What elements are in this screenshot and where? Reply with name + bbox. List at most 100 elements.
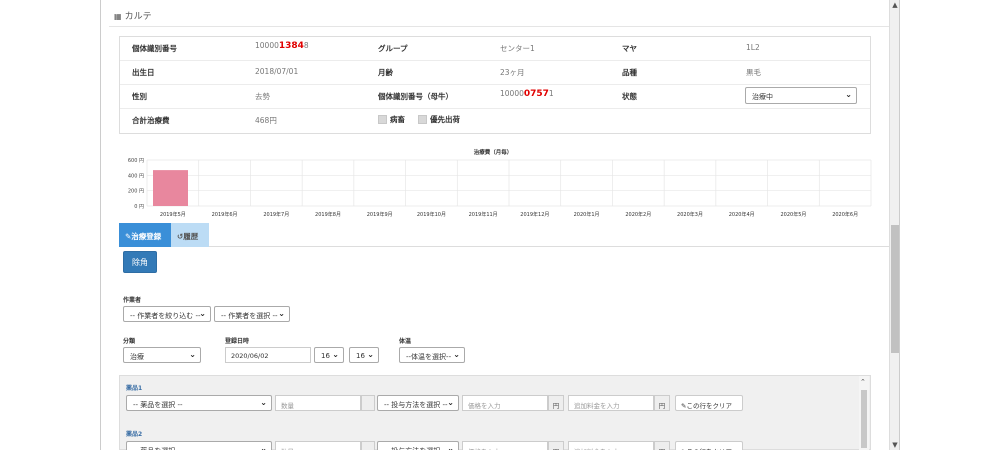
chevron-down-icon: ⌄ <box>199 309 206 318</box>
drug-list: 薬品1 -- 薬品を選択 -- ⌄ 数量 -- 投与方法を選択 -- ⌄ 価格を入力円追加料… <box>119 375 871 450</box>
birth-value: 2018/07/01 <box>255 67 299 76</box>
minute-select[interactable]: 16 ⌄ <box>349 347 379 363</box>
chevron-down-icon: ⌄ <box>367 350 374 359</box>
sex-value: 去勢 <box>255 92 270 101</box>
priority-shipping-checkbox[interactable]: 優先出荷 <box>418 114 460 125</box>
tab-treatment-register[interactable]: ✎治療登録 <box>119 223 171 247</box>
id-value: 1000013848 <box>255 41 309 51</box>
breed-label: 品種 <box>622 68 637 77</box>
method-select[interactable]: -- 投与方法を選択 --⌄ <box>377 441 459 450</box>
drug-list-scrollbar[interactable]: ⌃ <box>859 376 869 450</box>
clear-row-button[interactable]: ✎この行をクリア <box>675 395 743 411</box>
status-select[interactable]: 治療中 ⌄ <box>745 87 857 104</box>
info-row: 性別 去勢 個体識別番号（母牛） 1000007571 状態 治療中 ⌄ <box>120 85 870 109</box>
temp-label: 体温 <box>399 338 412 345</box>
datetime-label: 登録日時 <box>225 338 250 345</box>
drug-select[interactable]: -- 薬品を選択 --⌄ <box>126 395 272 411</box>
worker-select[interactable]: -- 作業者を選択 -- ⌄ <box>214 306 290 322</box>
worker-label: 作業者 <box>123 297 142 304</box>
date-input[interactable]: 2020/06/02 <box>225 347 311 363</box>
chart-title: 治療費（月毎） <box>474 148 513 156</box>
x-tick-label: 2020年3月 <box>677 211 703 218</box>
mother-id-label: 個体識別番号（母牛） <box>378 92 453 101</box>
drug-row: 薬品1 -- 薬品を選択 -- ⌄ 数量 -- 投与方法を選択 -- ⌄ 価格を入力円追加料… <box>120 380 870 422</box>
sex-label: 性別 <box>132 92 147 101</box>
chevron-down-icon: ⌄ <box>332 350 339 359</box>
status-label: 状態 <box>622 92 637 101</box>
yen-addon: 円 <box>654 395 670 411</box>
yen-addon: 円 <box>548 395 564 411</box>
price-input[interactable]: 価格を入力 <box>462 441 548 450</box>
maya-value: 1L2 <box>746 43 760 52</box>
extra-fee-input[interactable]: 追加料金を入力 <box>568 395 654 411</box>
chevron-down-icon: ⌄ <box>447 444 454 450</box>
x-tick-label: 2019年6月 <box>212 211 238 218</box>
chevron-down-icon: ⌄ <box>260 398 267 407</box>
quantity-input[interactable]: 数量 <box>275 395 361 411</box>
group-label: グループ <box>378 44 408 53</box>
chevron-down-icon: ⌄ <box>278 309 285 318</box>
chevron-down-icon: ⌄ <box>845 90 852 99</box>
tab-history[interactable]: ↺履歴 <box>171 223 209 247</box>
drug-select[interactable]: -- 薬品を選択 --⌄ <box>126 441 272 450</box>
bar <box>153 170 188 206</box>
clear-row-button[interactable]: ✎この行をクリア <box>675 441 743 450</box>
info-row: 出生日 2018/07/01 月齢 23ヶ月 品種 黒毛 <box>120 61 870 85</box>
chevron-down-icon: ⌄ <box>453 350 460 359</box>
category-label: 分類 <box>123 338 136 345</box>
y-tick-label: 0 円 <box>134 204 144 210</box>
category-select[interactable]: 治療 ⌄ <box>123 347 201 363</box>
temp-select[interactable]: --体温を選択-- ⌄ <box>399 347 465 363</box>
x-tick-label: 2019年8月 <box>315 211 341 218</box>
sick-checkbox[interactable]: 病畜 <box>378 114 405 125</box>
drug-row: 薬品2-- 薬品を選択 --⌄数量-- 投与方法を選択 --⌄価格を入力円追加料… <box>120 426 870 450</box>
page-scrollbar[interactable]: ▲ ▼ <box>889 0 899 450</box>
birth-label: 出生日 <box>132 68 155 77</box>
cattle-info-table: 個体識別番号 1000013848 グループ センター1 マヤ 1L2 出生日 … <box>119 36 871 134</box>
extra-fee-input[interactable]: 追加料金を入力 <box>568 441 654 450</box>
info-row: 合計治療費 468円 病畜 優先出荷 <box>120 109 870 135</box>
cost-value: 468円 <box>255 116 277 125</box>
method-select[interactable]: -- 投与方法を選択 --⌄ <box>377 395 459 411</box>
chevron-down-icon: ⌄ <box>447 398 454 407</box>
y-tick-label: 600 円 <box>128 158 144 164</box>
worker-filter-select[interactable]: -- 作業者を絞り込む -- ⌄ <box>123 306 211 322</box>
x-tick-label: 2020年6月 <box>832 211 858 218</box>
x-tick-label: 2019年9月 <box>367 211 393 218</box>
age-value: 23ヶ月 <box>500 68 525 77</box>
id-label: 個体識別番号 <box>132 44 177 53</box>
hour-select[interactable]: 16 ⌄ <box>314 347 344 363</box>
x-tick-label: 2019年10月 <box>417 211 446 218</box>
checkbox-icon <box>378 115 387 124</box>
maya-label: マヤ <box>622 44 637 53</box>
breed-value: 黒毛 <box>746 68 761 77</box>
dehorn-button[interactable]: 除角 <box>123 251 157 273</box>
y-tick-label: 200 円 <box>128 189 144 195</box>
x-tick-label: 2020年5月 <box>780 211 806 218</box>
scroll-down-icon[interactable]: ▼ <box>890 440 899 450</box>
yen-addon: 円 <box>548 441 564 450</box>
chevron-down-icon: ⌄ <box>260 444 267 450</box>
x-tick-label: 2019年11月 <box>469 211 498 218</box>
group-value: センター1 <box>500 44 535 53</box>
x-tick-label: 2020年4月 <box>729 211 755 218</box>
book-icon: ▦ <box>114 12 122 21</box>
scroll-up-icon[interactable]: ⌃ <box>860 378 866 386</box>
quantity-input[interactable]: 数量 <box>275 441 361 450</box>
x-tick-label: 2020年2月 <box>625 211 651 218</box>
y-tick-label: 400 円 <box>128 173 144 179</box>
eraser-icon: ✎ <box>681 402 687 410</box>
price-input[interactable]: 価格を入力 <box>462 395 548 411</box>
panel-title: ▦ カルテ <box>114 12 152 22</box>
tab-bar: ✎治療登録 ↺履歴 <box>119 223 889 247</box>
cost-chart: 治療費（月毎） 0 円 200 円 400 円 600 円 2019年5月 2019年6月 2… <box>128 148 872 218</box>
yen-addon: 円 <box>654 441 670 450</box>
x-tick-label: 2020年1月 <box>574 211 600 218</box>
scroll-up-icon[interactable]: ▲ <box>890 0 899 10</box>
mother-id-value: 1000007571 <box>500 89 554 99</box>
x-tick-label: 2019年7月 <box>263 211 289 218</box>
age-label: 月齢 <box>378 68 393 77</box>
x-tick-label: 2019年12月 <box>520 211 549 218</box>
drug-label: 薬品2 <box>126 431 143 438</box>
chevron-down-icon: ⌄ <box>189 350 196 359</box>
